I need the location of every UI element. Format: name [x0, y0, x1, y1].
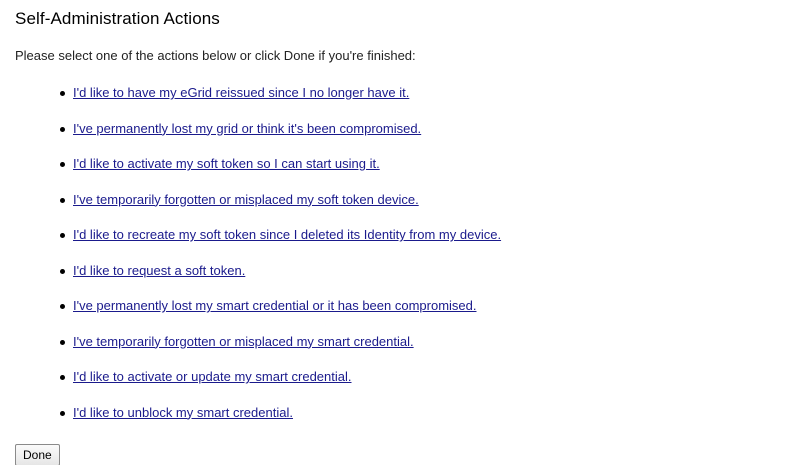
page-title: Self-Administration Actions — [15, 9, 220, 28]
bullet-icon — [60, 375, 65, 380]
list-item: I've permanently lost my smart credentia… — [0, 297, 808, 333]
bullet-icon — [60, 197, 65, 203]
bullet-icon — [60, 162, 65, 167]
list-item: I'd like to have my eGrid reissued since… — [0, 84, 808, 120]
action-link-activate-smart-credential[interactable]: I'd like to activate or update my smart … — [73, 369, 352, 384]
bullet-icon — [60, 410, 65, 416]
bullet-icon — [60, 233, 65, 238]
action-link-egrid-reissue[interactable]: I'd like to have my eGrid reissued since… — [73, 85, 409, 100]
instructions-text: Please select one of the actions below o… — [15, 48, 416, 63]
list-item: I've temporarily forgotten or misplaced … — [0, 333, 808, 369]
action-link-recreate-soft-token[interactable]: I'd like to recreate my soft token since… — [73, 227, 501, 242]
list-item: I'd like to unblock my smart credential. — [0, 404, 808, 440]
list-item: I've permanently lost my grid or think i… — [0, 120, 808, 156]
action-link-smart-credential-lost[interactable]: I've permanently lost my smart credentia… — [73, 298, 476, 313]
action-link-request-soft-token[interactable]: I'd like to request a soft token. — [73, 263, 245, 278]
list-item: I'd like to request a soft token. — [0, 262, 808, 298]
action-link-activate-soft-token[interactable]: I'd like to activate my soft token so I … — [73, 156, 380, 171]
list-item: I've temporarily forgotten or misplaced … — [0, 191, 808, 227]
bullet-icon — [60, 339, 65, 345]
action-link-grid-lost[interactable]: I've permanently lost my grid or think i… — [73, 121, 421, 136]
action-list: I'd like to have my eGrid reissued since… — [0, 84, 808, 439]
list-item: I'd like to recreate my soft token since… — [0, 226, 808, 262]
done-button[interactable]: Done — [15, 444, 60, 465]
bullet-icon — [60, 126, 65, 132]
list-item: I'd like to activate my soft token so I … — [0, 155, 808, 191]
bullet-icon — [60, 268, 65, 274]
list-item: I'd like to activate or update my smart … — [0, 368, 808, 404]
action-link-soft-token-misplaced[interactable]: I've temporarily forgotten or misplaced … — [73, 192, 419, 207]
bullet-icon — [60, 91, 65, 96]
action-link-unblock-smart-credential[interactable]: I'd like to unblock my smart credential. — [73, 405, 293, 420]
action-link-smart-credential-misplaced[interactable]: I've temporarily forgotten or misplaced … — [73, 334, 414, 349]
bullet-icon — [60, 304, 65, 309]
self-admin-page: Self-Administration Actions Please selec… — [0, 0, 808, 465]
